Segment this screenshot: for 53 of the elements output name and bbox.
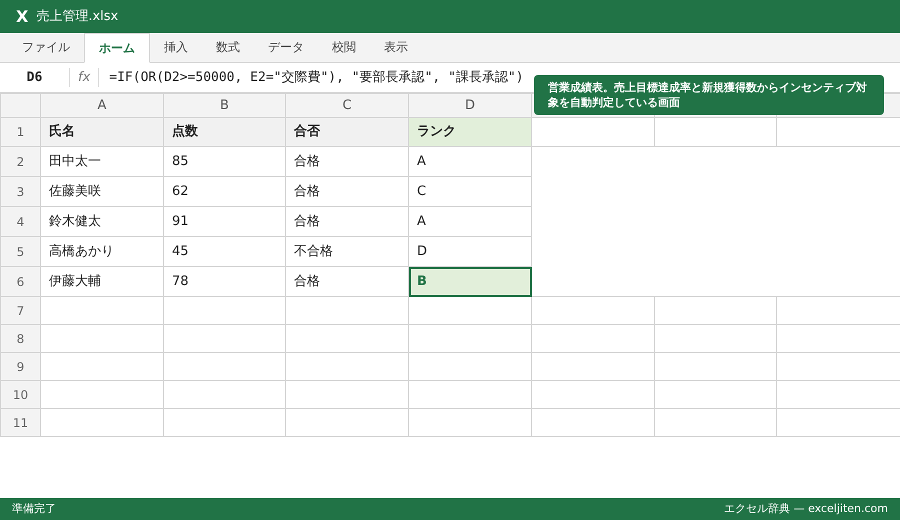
- column-header[interactable]: B: [164, 94, 286, 118]
- row-number[interactable]: 6: [0, 266, 40, 296]
- table-cell[interactable]: 不合格: [286, 236, 408, 266]
- name-box[interactable]: D6: [0, 68, 70, 88]
- column-header[interactable]: C: [286, 94, 408, 118]
- header-cell[interactable]: 合否: [286, 118, 408, 146]
- ribbon-tab[interactable]: 校閲: [318, 32, 370, 62]
- ribbon-tab[interactable]: データ: [254, 32, 318, 62]
- row-number[interactable]: 5: [0, 236, 40, 266]
- table-cell[interactable]: 合格: [286, 146, 408, 176]
- table-cell[interactable]: 合格: [286, 176, 408, 206]
- table-cell[interactable]: 85: [164, 146, 286, 176]
- row-number[interactable]: 7: [0, 296, 40, 324]
- row-number[interactable]: 10: [0, 380, 40, 408]
- row-number[interactable]: 3: [0, 176, 40, 206]
- table-cell[interactable]: 62: [164, 176, 286, 206]
- row-number[interactable]: 9: [0, 352, 40, 380]
- table-cell[interactable]: 田中太一: [40, 146, 164, 176]
- callout-note: 営業成績表。売上目標達成率と新規獲得数からインセンティブ対象を自動判定している画面: [534, 75, 884, 115]
- column-header[interactable]: A: [40, 94, 164, 118]
- app-logo: X: [16, 6, 28, 28]
- column-header[interactable]: D: [408, 94, 532, 118]
- table-cell[interactable]: 91: [164, 206, 286, 236]
- status-text: 準備完了: [12, 500, 56, 517]
- table-cell[interactable]: A: [408, 206, 532, 236]
- table-cell[interactable]: 78: [164, 266, 286, 296]
- window-title: 売上管理.xlsx: [36, 8, 118, 26]
- table-cell[interactable]: 佐藤美咲: [40, 176, 164, 206]
- ribbon-tab[interactable]: ホーム: [84, 33, 150, 63]
- header-cell[interactable]: 氏名: [40, 118, 164, 146]
- header-cell[interactable]: ランク: [408, 118, 532, 146]
- table-cell[interactable]: A: [408, 146, 532, 176]
- ribbon-tab[interactable]: 表示: [370, 32, 422, 62]
- header-cell[interactable]: 点数: [164, 118, 286, 146]
- table-cell[interactable]: B: [408, 266, 532, 296]
- row-number[interactable]: 1: [0, 118, 40, 146]
- table-cell[interactable]: 合格: [286, 206, 408, 236]
- row-number[interactable]: 11: [0, 408, 40, 436]
- ribbon-tab[interactable]: 数式: [202, 32, 254, 62]
- table-cell[interactable]: 高橋あかり: [40, 236, 164, 266]
- ribbon-tab[interactable]: 挿入: [150, 32, 202, 62]
- table-cell[interactable]: 合格: [286, 266, 408, 296]
- row-number[interactable]: 4: [0, 206, 40, 236]
- site-credit: エクセル辞典 — exceljiten.com: [724, 500, 888, 517]
- table-cell[interactable]: 鈴木健太: [40, 206, 164, 236]
- row-number[interactable]: 2: [0, 146, 40, 176]
- table-cell[interactable]: 伊藤大輔: [40, 266, 164, 296]
- formula-field[interactable]: =IF(OR(D2>=50000, E2="交際費"), "要部長承認", "課長承認"): [99, 68, 524, 88]
- ribbon-tab[interactable]: ファイル: [8, 32, 84, 62]
- function-label: fx: [70, 68, 100, 88]
- table-cell[interactable]: C: [408, 176, 532, 206]
- table-cell[interactable]: 45: [164, 236, 286, 266]
- row-number[interactable]: 8: [0, 324, 40, 352]
